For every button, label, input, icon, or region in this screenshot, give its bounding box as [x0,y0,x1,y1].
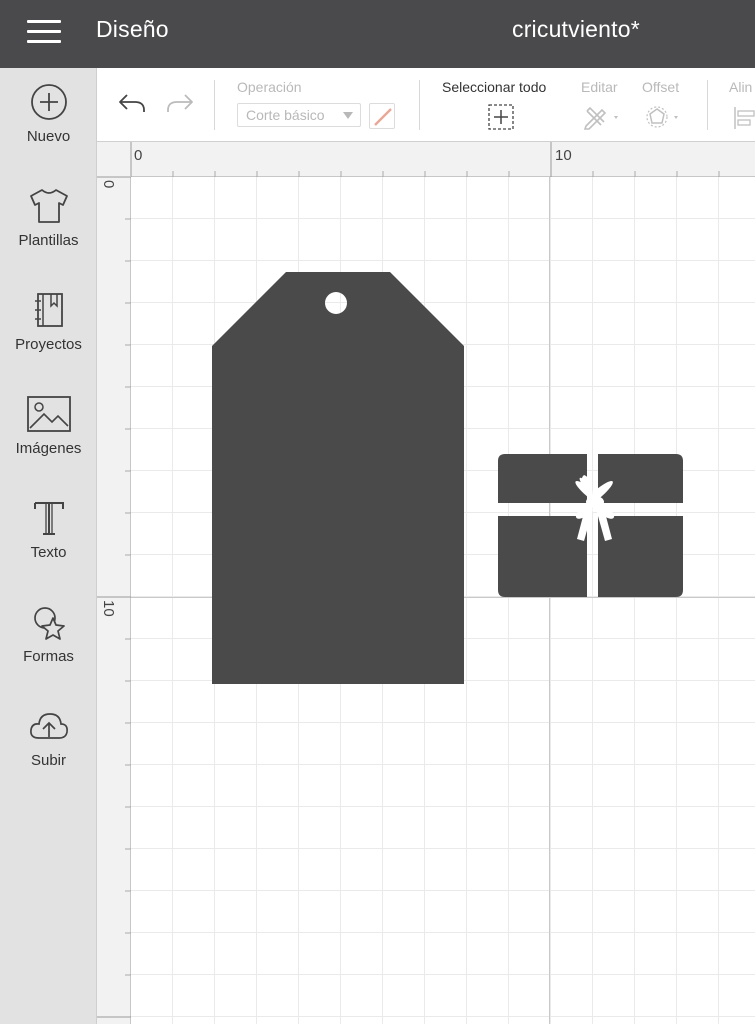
undo-icon[interactable] [117,90,147,116]
top-bar: Diseño cricutviento* [0,0,755,68]
app-title: Diseño [96,16,169,42]
sidebar-item-label: Nuevo [26,128,71,145]
offset-label: Offset [642,79,680,95]
sidebar-item-label: Texto [30,544,67,561]
bow-icon [575,475,615,541]
align-icon[interactable] [733,106,755,130]
sidebar-item-subir[interactable]: Subir [0,692,97,796]
horizontal-ruler: 0 10 [97,142,755,177]
operation-value: Corte básico [246,107,325,123]
sidebar-item-plantillas[interactable]: Plantillas [0,172,97,276]
chevron-down-icon [343,112,353,119]
tshirt-icon [29,189,68,223]
edit-tools-icon[interactable] [582,104,624,130]
gift-box[interactable] [497,453,685,599]
sidebar-item-label: Imágenes [15,440,82,457]
toolbar: Operación Corte básico Seleccionar todo … [97,68,755,142]
notebook-icon [34,293,63,327]
gift-tag[interactable] [211,271,465,685]
select-all-label: Seleccionar todo [442,79,547,95]
no-color-slash-icon [374,108,392,126]
ruler-label-v10: 10 [100,600,117,617]
ruler-ticks [97,176,131,1018]
shapes-icon [33,607,65,640]
design-canvas[interactable] [131,177,755,1024]
offset-icon[interactable] [645,104,687,130]
ruler-label-h10: 10 [555,147,572,164]
vertical-ruler: 0 10 [97,142,131,1024]
sidebar-item-formas[interactable]: Formas [0,588,97,692]
ruler-ticks [130,142,720,177]
sidebar-item-nuevo[interactable]: Nuevo [0,68,97,172]
sidebar-item-proyectos[interactable]: Proyectos [0,276,97,380]
redo-icon[interactable] [165,90,195,116]
sidebar-item-texto[interactable]: Texto [0,484,97,588]
plus-circle-icon [30,84,67,120]
sidebar-item-label: Formas [23,648,74,665]
select-all-icon[interactable] [487,103,515,131]
sidebar-item-label: Proyectos [15,336,82,353]
cloud-upload-icon [29,713,68,739]
align-label: Alin [729,79,753,95]
operation-label: Operación [237,79,302,95]
ruler-label-v0: 0 [100,180,117,189]
edit-label: Editar [581,79,618,95]
text-t-icon [33,502,64,535]
ruler-corner [97,142,131,177]
operation-select[interactable]: Corte básico [237,103,361,127]
left-sidebar: Nuevo Plantillas Proyectos Imágenes Text… [0,68,97,1024]
sidebar-item-label: Subir [30,752,67,769]
major-grid-line [549,177,550,1024]
sidebar-item-label: Plantillas [18,232,79,249]
image-icon [26,396,71,432]
ruler-label-h0: 0 [134,147,143,164]
sidebar-item-imagenes[interactable]: Imágenes [0,380,97,484]
project-name[interactable]: cricutviento* [512,16,640,43]
hamburger-menu-icon[interactable] [27,20,61,44]
linetype-color-swatch[interactable] [369,103,395,129]
